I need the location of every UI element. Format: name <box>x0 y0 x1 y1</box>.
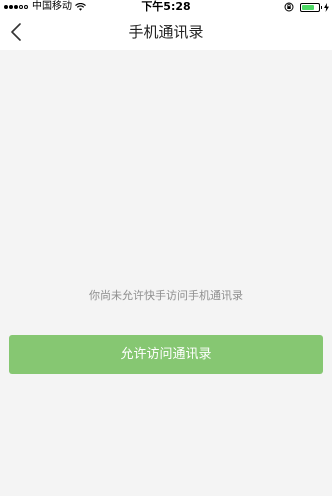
status-time: 下午5:28 <box>141 0 191 13</box>
navigation-bar: 手机通讯录 <box>0 14 332 50</box>
rotation-lock-icon <box>284 2 294 12</box>
battery-level-fill <box>301 4 314 10</box>
allow-contacts-access-button[interactable]: 允许访问通讯录 <box>9 335 323 374</box>
status-right <box>284 1 329 13</box>
status-bar: 中国移动 下午5:28 <box>0 0 332 14</box>
battery-tip <box>320 5 322 9</box>
page-title: 手机通讯录 <box>128 23 204 41</box>
battery-icon <box>299 2 320 12</box>
permission-message: 你尚未允许快手访问手机通讯录 <box>89 289 243 302</box>
charging-icon <box>324 2 329 12</box>
